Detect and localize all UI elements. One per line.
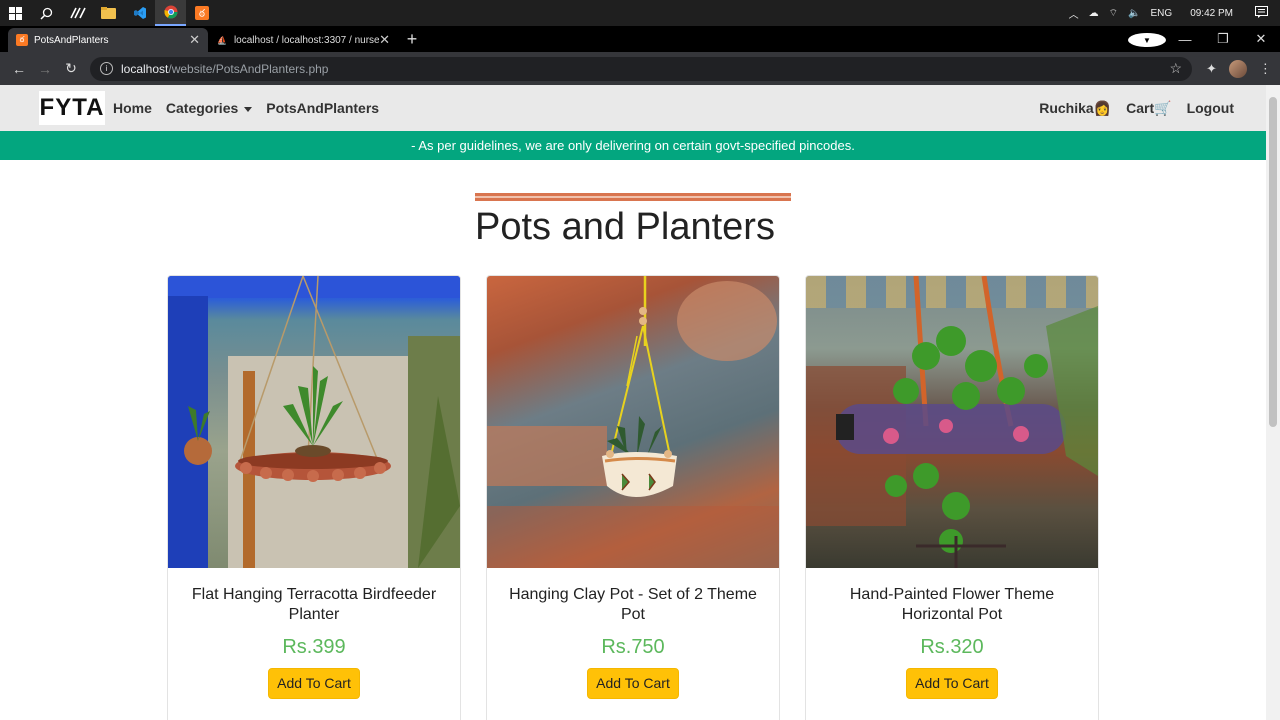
windows-start-icon[interactable] — [0, 0, 31, 26]
vscode-icon[interactable] — [124, 0, 155, 26]
menu-icon[interactable]: ⋮ — [1259, 61, 1272, 77]
tab-potsandplanters[interactable]: ఠ PotsAndPlanters ✕ — [8, 28, 208, 52]
site-navbar: F Y TA Home Categories PotsAndPlanters Ruc… — [0, 85, 1266, 131]
info-icon[interactable]: i — [100, 62, 113, 75]
close-window-icon[interactable]: ✕ — [1242, 31, 1280, 47]
file-explorer-icon[interactable] — [93, 0, 124, 26]
add-to-cart-button[interactable]: Add To Cart — [587, 668, 679, 699]
cloud-icon[interactable]: ☁ — [1089, 8, 1099, 19]
page-scrollbar[interactable] — [1266, 85, 1280, 720]
forward-icon[interactable]: → — [32, 61, 58, 77]
chrome-icon[interactable] — [155, 0, 186, 26]
profile-avatar[interactable] — [1228, 59, 1247, 78]
back-icon[interactable]: ← — [6, 61, 32, 77]
logo-letter: TA — [72, 94, 105, 121]
new-tab-icon[interactable]: + — [398, 28, 426, 52]
product-image[interactable] — [487, 276, 779, 568]
tab-title: PotsAndPlanters — [34, 34, 109, 46]
minimize-icon[interactable]: — — [1166, 32, 1204, 47]
caret-down-icon — [244, 106, 253, 112]
search-icon[interactable] — [31, 0, 62, 26]
svg-text:ఠ: ఠ — [199, 9, 205, 20]
url-host: localhost — [121, 61, 169, 76]
delivery-notice-banner: - As per guidelines, we are only deliver… — [0, 131, 1266, 160]
logo-letter: F — [39, 94, 56, 121]
add-to-cart-button[interactable]: Add To Cart — [906, 668, 998, 699]
reload-icon[interactable]: ↻ — [58, 60, 84, 77]
nav-potsandplanters-link[interactable]: PotsAndPlanters — [266, 100, 379, 116]
nav-categories-label: Categories — [165, 100, 239, 116]
site-logo[interactable]: F Y TA — [39, 91, 105, 125]
product-price: Rs.750 — [601, 636, 665, 658]
product-price: Rs.320 — [920, 636, 984, 658]
address-bar[interactable]: i localhost /website/PotsAndPlanters.php… — [90, 56, 1192, 81]
add-to-cart-button[interactable]: Add To Cart — [268, 668, 360, 699]
nav-cart-link[interactable]: Cart🛒 — [1126, 100, 1171, 117]
nav-home-link[interactable]: Home — [113, 100, 152, 116]
restore-icon[interactable]: ❐ — [1204, 31, 1242, 47]
bookmark-star-icon[interactable]: ☆ — [1169, 60, 1182, 77]
tab-phpmyadmin[interactable]: ⛵ localhost / localhost:3307 / nurse ✕ — [208, 28, 398, 52]
heading-decoration — [475, 193, 791, 201]
close-icon[interactable]: ✕ — [379, 32, 390, 48]
product-image[interactable] — [168, 276, 460, 568]
tab-title: localhost / localhost:3307 / nurse — [233, 34, 380, 46]
product-title[interactable]: Hanging Clay Pot - Set of 2 Theme Pot — [487, 585, 779, 625]
clock[interactable]: 09:42 PM — [1190, 8, 1233, 19]
wifi-icon[interactable]: ⌔ — [1109, 7, 1118, 20]
heading-block: Pots and Planters — [475, 193, 791, 249]
app-icon[interactable] — [62, 0, 93, 26]
product-card: Hand-Painted Flower Theme Horizontal Pot… — [805, 275, 1099, 720]
product-image[interactable] — [806, 276, 1098, 568]
close-icon[interactable]: ✕ — [189, 32, 200, 48]
product-card: Hanging Clay Pot - Set of 2 Theme Pot Rs… — [486, 275, 780, 720]
scrollbar-thumb[interactable] — [1269, 97, 1277, 427]
browser-toolbar: ← → ↻ i localhost /website/PotsAndPlante… — [0, 52, 1280, 85]
phpmyadmin-favicon-icon: ⛵ — [216, 35, 227, 45]
notifications-icon[interactable] — [1255, 5, 1268, 21]
extensions-icon[interactable]: ✦ — [1206, 61, 1217, 77]
product-title[interactable]: Hand-Painted Flower Theme Horizontal Pot — [806, 585, 1098, 625]
nav-logout-link[interactable]: Logout — [1187, 100, 1234, 116]
chevron-up-icon[interactable]: ︿ — [1069, 6, 1079, 21]
xampp-favicon-icon: ఠ — [16, 34, 28, 46]
logo-letter: Y — [55, 94, 73, 121]
nav-categories-dropdown[interactable]: Categories — [165, 100, 253, 116]
volume-icon[interactable]: 🔈 — [1128, 8, 1140, 19]
page-viewport: F Y TA Home Categories PotsAndPlanters Ruc… — [0, 85, 1266, 720]
tab-search-icon[interactable]: ▼ — [1128, 31, 1166, 48]
cart-label: Cart — [1126, 99, 1155, 116]
language-indicator[interactable]: ENG — [1151, 8, 1173, 19]
user-name: Ruchika — [1039, 99, 1094, 116]
page-title: Pots and Planters — [475, 206, 775, 248]
user-icon: 👩 — [1093, 99, 1112, 116]
product-title[interactable]: Flat Hanging Terracotta Birdfeeder Plant… — [168, 585, 460, 625]
browser-tab-strip: ఠ PotsAndPlanters ✕ ⛵ localhost / localh… — [0, 26, 1280, 52]
product-price: Rs.399 — [282, 636, 346, 658]
cart-icon: 🛒 — [1154, 99, 1172, 116]
product-card: Flat Hanging Terracotta Birdfeeder Plant… — [167, 275, 461, 720]
url-path: /website/PotsAndPlanters.php — [168, 61, 329, 76]
windows-taskbar: ఠ ︿ ☁ ⌔ 🔈 ENG 09:42 PM — [0, 0, 1280, 26]
nav-user-link[interactable]: Ruchika👩 — [1039, 100, 1111, 117]
xampp-icon[interactable]: ఠ — [186, 0, 217, 26]
